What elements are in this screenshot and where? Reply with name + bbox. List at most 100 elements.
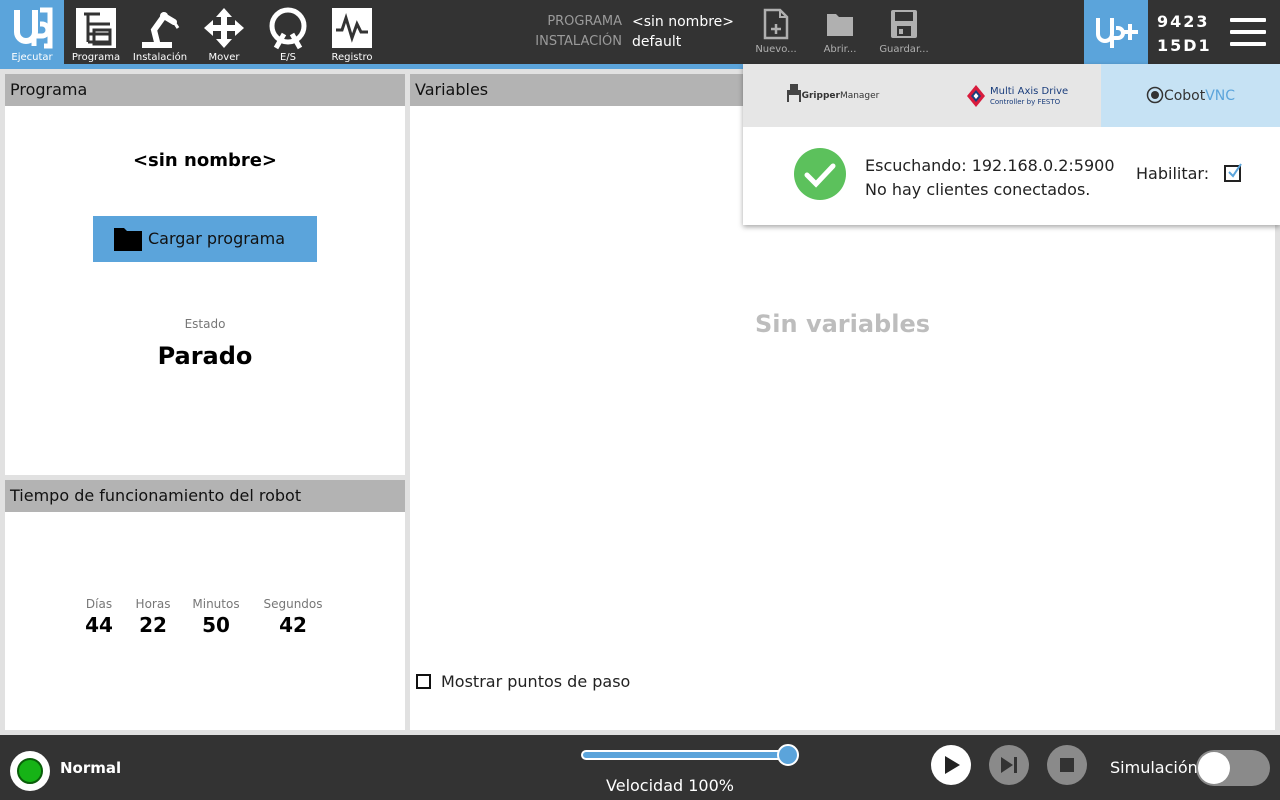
vnc-clients-status: No hay clientes conectados. (865, 180, 1091, 199)
tab-multi-axis-drive[interactable]: Multi Axis Drive Controller by FESTO (922, 64, 1101, 127)
mad-line2: Controller by FESTO (990, 98, 1061, 106)
new-button[interactable]: Nuevo... (744, 0, 808, 64)
uptime-minutes-label: Minutos (192, 597, 240, 611)
no-variables-text: Sin variables (754, 310, 931, 338)
program-panel: Programa <sin nombre> Cargar programa Es… (5, 74, 405, 475)
uptime-hours-label: Horas (135, 597, 171, 611)
load-program-button[interactable]: Cargar programa (93, 216, 317, 262)
simulation-toggle-knob (1198, 752, 1230, 784)
uptime-seconds-label: Segundos (263, 597, 323, 611)
move-arrows-icon (204, 8, 244, 48)
uptime-days: Días 44 (85, 597, 113, 637)
program-label: PROGRAMA (547, 14, 622, 29)
uptime-minutes: Minutos 50 (190, 597, 242, 637)
ur-logo-icon (14, 7, 53, 49)
gripper-part2: Manager (839, 91, 880, 101)
speed-label: Velocidad 100% (606, 776, 734, 795)
folder-icon (114, 228, 142, 251)
mad-text: Multi Axis Drive Controller by FESTO (990, 87, 1068, 107)
uptime-hours: Horas 22 (132, 597, 174, 637)
uptime-days-label: Días (85, 597, 113, 611)
enable-checkbox[interactable] (1224, 163, 1242, 182)
state-value: Parado (157, 342, 253, 370)
top-bar: Ejecutar Programa Instalación Mover E/S (0, 0, 1280, 64)
cobot-vnc-logo: CobotVNC (1101, 84, 1280, 108)
program-info-values: <sin nombre> default (632, 12, 734, 52)
speed-slider-track[interactable] (581, 750, 789, 760)
uptime-panel: Tiempo de funcionamiento del robot Días … (5, 480, 405, 730)
play-button[interactable] (931, 745, 971, 785)
vnc-ring-icon (1146, 86, 1164, 104)
gripper-manager-logo: GripperManager (743, 84, 922, 108)
nav-move-label: Mover (208, 52, 240, 63)
bottom-bar: Normal Velocidad 100% Simulación (0, 735, 1280, 800)
nav-move[interactable]: Mover (192, 0, 256, 64)
program-panel-title: Programa (5, 74, 405, 106)
simulation-toggle[interactable] (1196, 750, 1270, 786)
vnc-part2: VNC (1205, 88, 1236, 104)
hamburger-menu-icon[interactable] (1226, 14, 1270, 50)
uptime-seconds: Segundos 42 (260, 597, 326, 637)
uptime-minutes-value: 50 (202, 613, 230, 637)
serial-line1: 9423 (1157, 12, 1210, 31)
folder-open-icon (827, 14, 853, 36)
save-disk-icon (891, 10, 917, 38)
vnc-listening-status: Escuchando: 192.168.0.2:5900 (865, 156, 1115, 175)
check-circle-icon (794, 148, 846, 200)
stop-button[interactable] (1047, 745, 1087, 785)
nav-installation[interactable]: Instalación (128, 0, 192, 64)
nav-run[interactable]: Ejecutar (0, 0, 64, 64)
gripper-part1: Gripper (801, 91, 840, 101)
installation-value: default (632, 34, 682, 50)
show-waypoints-label: Mostrar puntos de paso (441, 672, 631, 691)
load-program-label: Cargar programa (148, 229, 285, 248)
nav-io-label: E/S (279, 52, 297, 63)
play-icon (945, 756, 960, 774)
io-icon (269, 7, 307, 50)
show-waypoints-checkbox[interactable]: Mostrar puntos de paso (416, 672, 630, 691)
waypoints-checkbox-box[interactable] (416, 674, 431, 689)
tab-cobot-vnc[interactable]: CobotVNC (1101, 64, 1280, 127)
checkmark-icon (1228, 163, 1242, 178)
state-label: Estado (184, 317, 226, 331)
save-button[interactable]: Guardar... (872, 0, 936, 64)
urplus-button[interactable] (1084, 0, 1148, 64)
status-led-dot (17, 758, 43, 784)
mad-line1: Multi Axis Drive (990, 86, 1069, 97)
program-name: <sin nombre> (132, 150, 278, 171)
save-label: Guardar... (879, 44, 929, 55)
nav-installation-label: Instalación (132, 52, 188, 63)
stop-icon (1060, 758, 1074, 772)
nav-run-label: Ejecutar (11, 52, 53, 63)
gripper-icon (786, 84, 801, 102)
step-button[interactable] (989, 745, 1029, 785)
log-chart-icon (332, 8, 372, 48)
nav-io[interactable]: E/S (256, 0, 320, 64)
nav-program-label: Programa (71, 52, 121, 63)
installation-label: INSTALACIÓN (535, 34, 622, 49)
new-file-icon (763, 8, 789, 40)
speed-slider-handle[interactable] (777, 744, 799, 766)
serial-line2: 15D1 (1157, 36, 1212, 55)
robot-arm-icon (142, 12, 180, 48)
tab-gripper-manager[interactable]: GripperManager (743, 64, 922, 127)
program-value: <sin nombre> (632, 14, 734, 30)
festo-diamond-icon (967, 85, 985, 107)
robot-status-led[interactable] (10, 751, 50, 791)
uptime-hours-value: 22 (139, 613, 167, 637)
enable-label: Habilitar: (1136, 164, 1210, 183)
urplus-icon (1096, 18, 1138, 48)
uptime-days-value: 44 (85, 613, 113, 637)
multi-axis-drive-logo: Multi Axis Drive Controller by FESTO (922, 84, 1101, 108)
program-tree-icon (76, 8, 116, 48)
urcap-popup: GripperManager Multi Axis Drive Controll… (743, 64, 1280, 225)
serial-number: 9423 15D1 (1157, 10, 1212, 58)
uptime-panel-title: Tiempo de funcionamiento del robot (5, 480, 405, 512)
step-forward-icon (1001, 757, 1017, 773)
nav-program[interactable]: Programa (64, 0, 128, 64)
uptime-seconds-value: 42 (279, 613, 307, 637)
open-button[interactable]: Abrir... (808, 0, 872, 64)
robot-status-text: Normal (60, 759, 122, 777)
nav-log-label: Registro (331, 52, 373, 63)
nav-log[interactable]: Registro (320, 0, 384, 64)
